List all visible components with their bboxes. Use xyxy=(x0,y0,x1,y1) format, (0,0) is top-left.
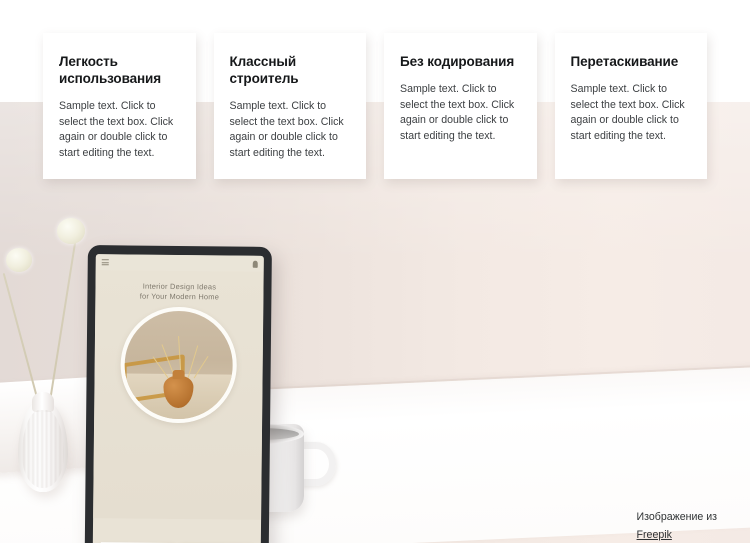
tablet-hero-title-line2: for Your Modern Home xyxy=(139,291,220,302)
tablet-hero-image xyxy=(120,306,238,424)
freepik-link[interactable]: Freepik xyxy=(637,527,672,543)
bell-icon[interactable] xyxy=(252,260,258,268)
feature-card-text: Sample text. Click to select the text bo… xyxy=(400,83,515,142)
feature-card-4[interactable]: Перетаскивание Sample text. Click to sel… xyxy=(554,33,707,180)
feature-card-text: Sample text. Click to select the text bo… xyxy=(59,100,174,159)
flower-head-icon xyxy=(57,218,85,244)
feature-card-title: Перетаскивание xyxy=(570,54,679,69)
flower-head-icon xyxy=(6,248,32,272)
tablet-device: Interior Design Ideas for Your Modern Ho… xyxy=(84,245,272,543)
tablet-hero: Interior Design Ideas for Your Modern Ho… xyxy=(93,270,264,520)
feature-card-1[interactable]: Легкость использования Sample text. Clic… xyxy=(43,33,196,180)
feature-card-2[interactable]: Классный строитель Sample text. Click to… xyxy=(213,33,366,180)
flower-stem xyxy=(46,240,77,421)
feature-card-title: Без кодирования xyxy=(400,54,515,69)
feature-card-text: Sample text. Click to select the text bo… xyxy=(570,83,685,142)
attribution-prefix: Изображение из xyxy=(636,511,717,523)
tablet-screen[interactable]: Interior Design Ideas for Your Modern Ho… xyxy=(92,254,264,543)
feature-card-title: Легкость использования xyxy=(59,54,162,86)
feature-cards-row: Легкость использования Sample text. Clic… xyxy=(0,0,750,180)
hamburger-menu-icon[interactable] xyxy=(101,259,109,266)
tablet-card-interior[interactable]: INTERIOR Sample text. Click to select th… xyxy=(100,542,174,543)
dried-flowers xyxy=(2,218,98,421)
feature-card-title: Классный строитель xyxy=(229,54,299,86)
vase-ribs xyxy=(22,410,64,488)
feature-card-3[interactable]: Без кодирования Sample text. Click to se… xyxy=(384,33,537,180)
image-attribution: Изображение из Freepik xyxy=(637,509,717,543)
page-root: Interior Design Ideas for Your Modern Ho… xyxy=(0,0,750,560)
white-vase xyxy=(18,392,68,492)
feature-card-text: Sample text. Click to select the text bo… xyxy=(229,100,344,159)
tablet-category-cards: INTERIOR Sample text. Click to select th… xyxy=(92,542,261,543)
tablet-topbar xyxy=(95,254,264,272)
